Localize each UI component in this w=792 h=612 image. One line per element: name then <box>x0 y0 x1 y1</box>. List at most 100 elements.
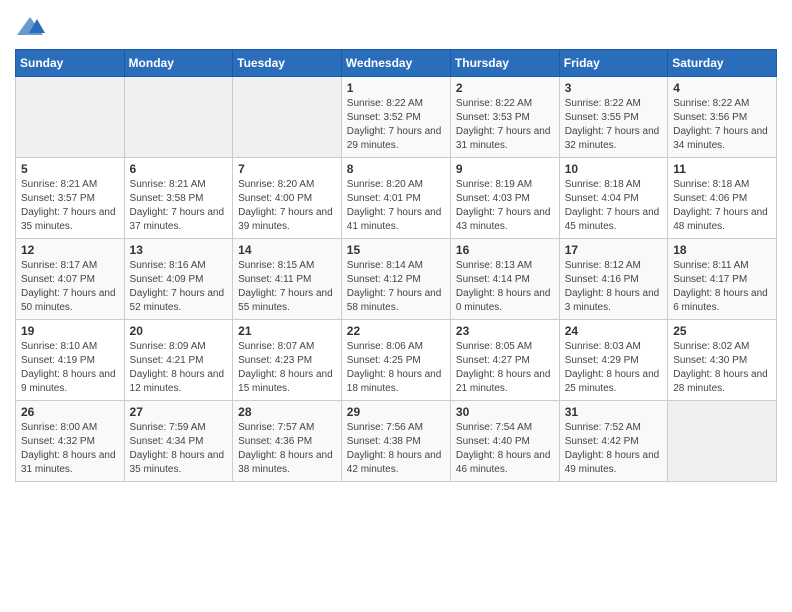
calendar-cell: 23 Sunrise: 8:05 AM Sunset: 4:27 PM Dayli… <box>450 320 559 401</box>
day-number: 1 <box>347 81 445 95</box>
calendar-cell: 26Sunrise: 8:00 AM Sunset: 4:32 PM Dayli… <box>16 401 125 482</box>
calendar-cell: 14 Sunrise: 8:15 AM Sunset: 4:11 PM Dayli… <box>233 239 342 320</box>
day-number: 31 <box>565 405 662 419</box>
logo <box>15 15 49 39</box>
logo-icon <box>15 15 45 39</box>
weekday-header-thursday: Thursday <box>450 50 559 77</box>
day-info: Sunrise: 7:56 AM Sunset: 4:38 PM Dayligh… <box>347 421 445 477</box>
day-number: 20 <box>130 324 228 338</box>
calendar-cell: 28 Sunrise: 7:57 AM Sunset: 4:36 PM Dayli… <box>233 401 342 482</box>
day-info: Sunrise: 8:19 AM Sunset: 4:03 PM Dayligh… <box>456 178 554 234</box>
weekday-header-tuesday: Tuesday <box>233 50 342 77</box>
day-number: 29 <box>347 405 445 419</box>
day-info: Sunrise: 8:11 AM Sunset: 4:17 PM Dayligh… <box>673 259 771 315</box>
day-info: Sunrise: 7:52 AM Sunset: 4:42 PM Dayligh… <box>565 421 662 477</box>
day-number: 24 <box>565 324 662 338</box>
day-info: Sunrise: 8:20 AM Sunset: 4:00 PM Dayligh… <box>238 178 336 234</box>
calendar-cell: 3 Sunrise: 8:22 AM Sunset: 3:55 PM Daylig… <box>559 77 667 158</box>
calendar-cell: 20 Sunrise: 8:09 AM Sunset: 4:21 PM Dayli… <box>124 320 233 401</box>
calendar-cell: 16 Sunrise: 8:13 AM Sunset: 4:14 PM Dayli… <box>450 239 559 320</box>
day-number: 13 <box>130 243 228 257</box>
day-info: Sunrise: 8:07 AM Sunset: 4:23 PM Dayligh… <box>238 340 336 396</box>
calendar-cell <box>233 77 342 158</box>
day-info: Sunrise: 8:22 AM Sunset: 3:52 PM Dayligh… <box>347 97 445 153</box>
day-number: 7 <box>238 162 336 176</box>
day-number: 11 <box>673 162 771 176</box>
day-info: Sunrise: 8:02 AM Sunset: 4:30 PM Dayligh… <box>673 340 771 396</box>
day-info: Sunrise: 8:10 AM Sunset: 4:19 PM Dayligh… <box>21 340 119 396</box>
day-number: 10 <box>565 162 662 176</box>
day-info: Sunrise: 8:05 AM Sunset: 4:27 PM Dayligh… <box>456 340 554 396</box>
calendar-cell <box>124 77 233 158</box>
weekday-header-saturday: Saturday <box>668 50 777 77</box>
day-number: 28 <box>238 405 336 419</box>
day-info: Sunrise: 8:09 AM Sunset: 4:21 PM Dayligh… <box>130 340 228 396</box>
day-info: Sunrise: 8:12 AM Sunset: 4:16 PM Dayligh… <box>565 259 662 315</box>
day-number: 27 <box>130 405 228 419</box>
calendar-cell: 24Sunrise: 8:03 AM Sunset: 4:29 PM Dayli… <box>559 320 667 401</box>
day-info: Sunrise: 7:57 AM Sunset: 4:36 PM Dayligh… <box>238 421 336 477</box>
weekday-header-friday: Friday <box>559 50 667 77</box>
calendar-cell: 22 Sunrise: 8:06 AM Sunset: 4:25 PM Dayli… <box>341 320 450 401</box>
day-info: Sunrise: 8:22 AM Sunset: 3:55 PM Dayligh… <box>565 97 662 153</box>
day-number: 18 <box>673 243 771 257</box>
day-info: Sunrise: 7:54 AM Sunset: 4:40 PM Dayligh… <box>456 421 554 477</box>
calendar-cell: 18 Sunrise: 8:11 AM Sunset: 4:17 PM Dayli… <box>668 239 777 320</box>
calendar-cell: 13 Sunrise: 8:16 AM Sunset: 4:09 PM Dayli… <box>124 239 233 320</box>
calendar-cell: 21 Sunrise: 8:07 AM Sunset: 4:23 PM Dayli… <box>233 320 342 401</box>
calendar-cell: 12Sunrise: 8:17 AM Sunset: 4:07 PM Dayli… <box>16 239 125 320</box>
day-number: 9 <box>456 162 554 176</box>
day-number: 12 <box>21 243 119 257</box>
day-number: 8 <box>347 162 445 176</box>
weekday-header-wednesday: Wednesday <box>341 50 450 77</box>
weekday-header-monday: Monday <box>124 50 233 77</box>
day-number: 26 <box>21 405 119 419</box>
calendar-table: SundayMondayTuesdayWednesdayThursdayFrid… <box>15 49 777 482</box>
day-number: 23 <box>456 324 554 338</box>
day-number: 5 <box>21 162 119 176</box>
calendar-cell: 5 Sunrise: 8:21 AM Sunset: 3:57 PM Daylig… <box>16 158 125 239</box>
day-info: Sunrise: 8:21 AM Sunset: 3:57 PM Dayligh… <box>21 178 119 234</box>
day-number: 22 <box>347 324 445 338</box>
day-number: 19 <box>21 324 119 338</box>
day-info: Sunrise: 8:20 AM Sunset: 4:01 PM Dayligh… <box>347 178 445 234</box>
day-info: Sunrise: 8:21 AM Sunset: 3:58 PM Dayligh… <box>130 178 228 234</box>
calendar-cell <box>668 401 777 482</box>
calendar-cell: 31 Sunrise: 7:52 AM Sunset: 4:42 PM Dayli… <box>559 401 667 482</box>
weekday-header-sunday: Sunday <box>16 50 125 77</box>
day-number: 6 <box>130 162 228 176</box>
calendar-cell: 15 Sunrise: 8:14 AM Sunset: 4:12 PM Dayli… <box>341 239 450 320</box>
calendar-cell: 17 Sunrise: 8:12 AM Sunset: 4:16 PM Dayli… <box>559 239 667 320</box>
day-number: 25 <box>673 324 771 338</box>
calendar-cell: 25 Sunrise: 8:02 AM Sunset: 4:30 PM Dayli… <box>668 320 777 401</box>
day-info: Sunrise: 8:06 AM Sunset: 4:25 PM Dayligh… <box>347 340 445 396</box>
calendar-cell: 27 Sunrise: 7:59 AM Sunset: 4:34 PM Dayli… <box>124 401 233 482</box>
calendar-cell: 30 Sunrise: 7:54 AM Sunset: 4:40 PM Dayli… <box>450 401 559 482</box>
day-info: Sunrise: 8:13 AM Sunset: 4:14 PM Dayligh… <box>456 259 554 315</box>
day-info: Sunrise: 7:59 AM Sunset: 4:34 PM Dayligh… <box>130 421 228 477</box>
day-number: 15 <box>347 243 445 257</box>
calendar-cell: 11 Sunrise: 8:18 AM Sunset: 4:06 PM Dayli… <box>668 158 777 239</box>
calendar-cell: 1 Sunrise: 8:22 AM Sunset: 3:52 PM Daylig… <box>341 77 450 158</box>
day-info: Sunrise: 8:18 AM Sunset: 4:06 PM Dayligh… <box>673 178 771 234</box>
calendar-cell: 6 Sunrise: 8:21 AM Sunset: 3:58 PM Daylig… <box>124 158 233 239</box>
day-number: 30 <box>456 405 554 419</box>
calendar-cell: 10Sunrise: 8:18 AM Sunset: 4:04 PM Dayli… <box>559 158 667 239</box>
calendar-cell: 7 Sunrise: 8:20 AM Sunset: 4:00 PM Daylig… <box>233 158 342 239</box>
calendar-cell <box>16 77 125 158</box>
day-number: 3 <box>565 81 662 95</box>
calendar-cell: 9 Sunrise: 8:19 AM Sunset: 4:03 PM Daylig… <box>450 158 559 239</box>
calendar-cell: 8 Sunrise: 8:20 AM Sunset: 4:01 PM Daylig… <box>341 158 450 239</box>
day-number: 17 <box>565 243 662 257</box>
calendar-cell: 2 Sunrise: 8:22 AM Sunset: 3:53 PM Daylig… <box>450 77 559 158</box>
day-number: 16 <box>456 243 554 257</box>
day-info: Sunrise: 8:14 AM Sunset: 4:12 PM Dayligh… <box>347 259 445 315</box>
day-info: Sunrise: 8:22 AM Sunset: 3:56 PM Dayligh… <box>673 97 771 153</box>
day-info: Sunrise: 8:15 AM Sunset: 4:11 PM Dayligh… <box>238 259 336 315</box>
day-number: 14 <box>238 243 336 257</box>
day-info: Sunrise: 8:22 AM Sunset: 3:53 PM Dayligh… <box>456 97 554 153</box>
calendar-cell: 19 Sunrise: 8:10 AM Sunset: 4:19 PM Dayli… <box>16 320 125 401</box>
day-number: 2 <box>456 81 554 95</box>
day-number: 21 <box>238 324 336 338</box>
day-info: Sunrise: 8:16 AM Sunset: 4:09 PM Dayligh… <box>130 259 228 315</box>
